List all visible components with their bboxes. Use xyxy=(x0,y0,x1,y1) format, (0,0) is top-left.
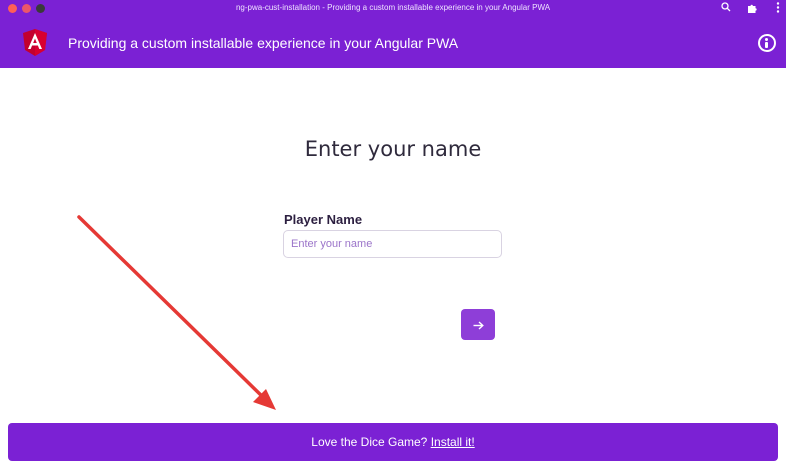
more-vert-icon[interactable] xyxy=(772,2,784,14)
info-icon[interactable] xyxy=(758,34,776,52)
window-titlebar: ng-pwa-cust-installation - Providing a c… xyxy=(0,0,786,18)
submit-name-button[interactable] xyxy=(461,309,495,340)
install-banner-text: Love the Dice Game? xyxy=(311,435,428,449)
page-heading: Enter your name xyxy=(304,137,482,161)
app-toolbar: Providing a custom installable experienc… xyxy=(0,18,786,68)
app-title: Providing a custom installable experienc… xyxy=(68,35,459,51)
arrow-right-icon xyxy=(473,316,484,332)
install-link[interactable]: Install it! xyxy=(431,435,475,449)
zoom-icon[interactable] xyxy=(720,2,732,14)
install-banner: Love the Dice Game? Install it! xyxy=(8,423,778,461)
window-title: ng-pwa-cust-installation - Providing a c… xyxy=(235,3,551,12)
angular-logo-icon xyxy=(22,28,48,58)
player-name-label: Player Name xyxy=(284,212,363,227)
extensions-icon[interactable] xyxy=(746,2,758,14)
player-name-input[interactable] xyxy=(283,230,502,258)
browser-window: ng-pwa-cust-installation - Providing a c… xyxy=(0,0,786,474)
